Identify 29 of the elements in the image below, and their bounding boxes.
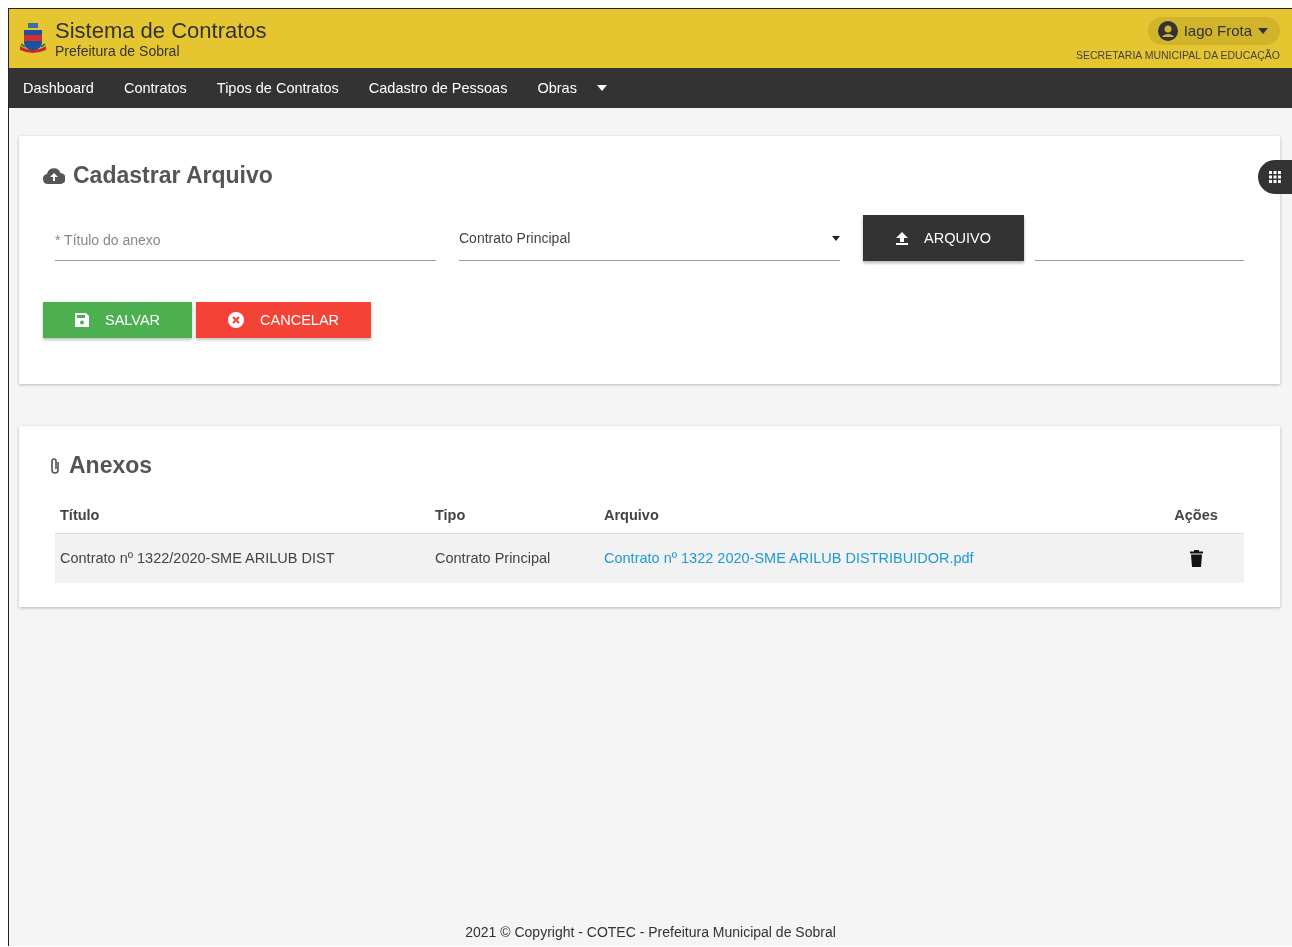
- file-upload-button[interactable]: ARQUIVO: [863, 215, 1024, 261]
- user-icon: [1157, 20, 1178, 41]
- department-label: SECRETARIA MUNICIPAL DA EDUCAÇÃO: [1076, 48, 1280, 61]
- nav-link[interactable]: Dashboard: [13, 68, 104, 108]
- copyright-text: 2021 © Copyright - COTEC - Prefeitura Municipal de Sobral: [465, 924, 836, 940]
- app-subtitle: Prefeitura de Sobral: [55, 42, 181, 59]
- app-title: Sistema de Contratos: [55, 18, 267, 43]
- cloud-upload-icon: [43, 167, 65, 184]
- apps-grid-button[interactable]: [1258, 160, 1292, 194]
- nav-link[interactable]: Obras: [527, 68, 617, 108]
- trash-icon[interactable]: [1189, 550, 1203, 567]
- table-cell: Contrato Principal: [430, 534, 599, 583]
- caret-icon: [1258, 27, 1268, 34]
- upload-icon: [896, 231, 909, 245]
- nav-link[interactable]: Contratos: [113, 68, 197, 108]
- title-input-field[interactable]: * Título do anexo: [55, 220, 436, 261]
- nav-link[interactable]: Tipos de Contratos: [206, 68, 349, 108]
- type-select[interactable]: Contrato Principal: [459, 218, 840, 261]
- paperclip-icon: [49, 456, 61, 475]
- caret-icon: [832, 235, 840, 241]
- table-cell: Contrato nº 1322/2020-SME ARILUB DIST: [55, 534, 430, 583]
- coat-of-arms-icon: [19, 21, 47, 56]
- user-menu-button[interactable]: Iago Frota: [1147, 16, 1280, 45]
- section-title: Anexos: [69, 452, 153, 479]
- cancel-button[interactable]: CANCELAR: [196, 302, 372, 338]
- caret-icon: [596, 85, 607, 91]
- section-title: Cadastrar Arquivo: [73, 162, 273, 189]
- close-icon: [228, 312, 245, 328]
- nav-link[interactable]: Cadastro de Pessoas: [358, 68, 518, 108]
